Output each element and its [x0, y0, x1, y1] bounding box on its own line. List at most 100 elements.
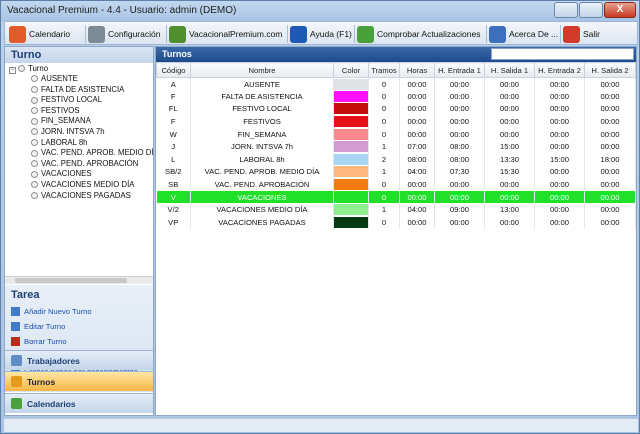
table-row[interactable]: SB VAC. PEND. APROBACIÓN 0 00:00 00:00 00:00 0…	[156, 178, 636, 191]
main-toolbar: Calendario Configuración VacacionalPremium…	[4, 21, 638, 45]
tree-item[interactable]: VACACIONES PAGADAS	[31, 190, 131, 201]
toolbar-salir-button[interactable]: Salir	[563, 24, 600, 44]
table-row[interactable]: VP VACACIONES PAGADAS 0 00:00 00:00 00:00 00:0…	[156, 216, 636, 229]
table-row[interactable]: F FALTA DE ASISTENCIA 0 00:00 00:00 00:00 00:0…	[156, 90, 636, 103]
table-row[interactable]: V VACACIONES 0 00:00 00:00 00:00 00:00 00:00	[156, 190, 636, 204]
cell-s2: 00:00	[584, 190, 636, 204]
cell-e1: 07:30	[434, 165, 485, 179]
column-header[interactable]: Nombre	[190, 62, 334, 78]
search-input[interactable]	[491, 48, 634, 60]
color-swatch	[334, 116, 368, 128]
cell-name: FESTIVOS	[190, 115, 334, 128]
table-row[interactable]: V/2 VACACIONES MEDIO DÍA 1 04:00 09:00 13:00 0…	[156, 203, 636, 217]
tree-item-label: AUSENTE	[41, 74, 78, 83]
cell-code: L	[156, 153, 191, 166]
column-header[interactable]: H. Entrada 1	[434, 62, 485, 78]
tree-item[interactable]: JORN. INTSVA 7h	[31, 126, 105, 137]
column-header[interactable]: H. Salida 2	[584, 62, 636, 78]
cell-e1: 08:00	[434, 140, 485, 154]
tree-horizontal-scrollbar[interactable]	[5, 276, 153, 284]
toolbar-acerca-label: Acerca De ...	[509, 29, 559, 39]
cell-e1: 09:00	[434, 203, 485, 217]
tree-item[interactable]: AUSENTE	[31, 73, 78, 84]
toolbar-ayuda-button[interactable]: Ayuda (F1)	[290, 24, 352, 44]
ayuda-icon	[290, 25, 307, 43]
column-header[interactable]: Horas	[399, 62, 435, 78]
cell-s2: 00:00	[584, 77, 636, 91]
collapse-icon[interactable]: −	[9, 67, 16, 74]
tree-item[interactable]: FALTA DE ASISTENCIA	[31, 84, 124, 95]
tree-item[interactable]: VAC. PEND. APROBACIÓN	[31, 158, 138, 169]
toolbar-actualizaciones-label: Comprobar Actualizaciones	[377, 29, 481, 39]
cell-e1: 00:00	[434, 127, 485, 141]
table-row[interactable]: L LABORAL 8h 2 08:00 08:00 13:30 15:00 18:00	[156, 153, 636, 166]
cell-horas: 04:00	[399, 165, 435, 179]
cell-e2: 15:00	[534, 153, 585, 166]
cell-tramos: 0	[368, 127, 400, 141]
cell-e2: 00:00	[534, 90, 585, 103]
status-bar	[4, 418, 638, 432]
cell-tramos: 0	[368, 178, 400, 191]
web-icon	[169, 25, 186, 43]
cell-s2: 00:00	[584, 115, 636, 128]
color-swatch	[334, 153, 368, 165]
tree-item[interactable]: VACACIONES MEDIO DÍA	[31, 179, 134, 190]
color-swatch	[334, 78, 368, 90]
tree-item-label: FIN_SEMANA	[41, 116, 91, 126]
column-header[interactable]: Tramos	[368, 62, 400, 78]
task-panel-header: Tarea	[11, 289, 40, 301]
cell-color	[333, 190, 369, 204]
table-row[interactable]: F FESTIVOS 0 00:00 00:00 00:00 00:00 00:00	[156, 115, 636, 128]
tree-item[interactable]: FESTIVO LOCAL	[31, 94, 102, 105]
toolbar-separator	[560, 25, 561, 43]
column-header[interactable]: Código	[156, 62, 191, 78]
cell-name: FALTA DE ASISTENCIA	[190, 90, 334, 103]
toolbar-actualizaciones-button[interactable]: Comprobar Actualizaciones	[357, 24, 480, 44]
close-button[interactable]: X	[604, 2, 636, 18]
column-header[interactable]: Color	[333, 62, 369, 78]
tree-node-icon	[31, 128, 38, 136]
tree-item[interactable]: LABORAL 8h	[31, 137, 88, 148]
table-row[interactable]: W FIN_SEMANA 0 00:00 00:00 00:00 00:00 00:00	[156, 127, 636, 141]
toolbar-acerca-button[interactable]: Acerca De ...	[489, 24, 558, 44]
task-item[interactable]: Borrar Turno	[11, 335, 67, 347]
calendarios-icon	[11, 398, 22, 409]
tree-item[interactable]: VAC. PEND. APROB. MEDIO DÍA	[31, 147, 153, 158]
cell-s2: 00:00	[584, 127, 636, 141]
table-row[interactable]: SB/2 VAC. PEND. APROB. MEDIO DÍA 1 04:00 07:…	[156, 165, 636, 179]
scrollbar-thumb[interactable]	[15, 278, 127, 283]
column-header[interactable]: H. Salida 1	[484, 62, 535, 78]
cell-s1: 13:30	[484, 153, 535, 166]
cell-s2: 00:00	[584, 90, 636, 103]
table-row[interactable]: A AUSENTE 0 00:00 00:00 00:00 00:00 00:00	[156, 77, 636, 91]
tree-item[interactable]: FIN_SEMANA	[31, 115, 91, 126]
toolbar-separator	[354, 25, 355, 43]
left-panel: Turno − Turno AUSENTE FALTA DE ASISTENCIA F…	[4, 46, 154, 416]
tree-item[interactable]: FESTIVOS	[31, 105, 80, 116]
cell-color	[333, 102, 369, 116]
cell-code: F	[156, 115, 191, 128]
cell-code: J	[156, 140, 191, 154]
cell-s1: 00:00	[484, 216, 535, 229]
task-item[interactable]: Editar Turno	[11, 320, 65, 332]
turno-tree[interactable]: − Turno AUSENTE FALTA DE ASISTENCIA FESTIVO…	[5, 63, 153, 276]
maximize-button[interactable]	[579, 2, 603, 18]
task-item[interactable]: Añadir Nuevo Turno	[11, 305, 92, 317]
cell-name: VACACIONES MEDIO DÍA	[190, 203, 334, 217]
column-header[interactable]: H. Entrada 2	[534, 62, 585, 78]
nav-calendarios-button[interactable]: Calendarios	[5, 393, 153, 413]
nav-turnos-button[interactable]: Turnos	[5, 371, 153, 391]
cell-horas: 00:00	[399, 102, 435, 116]
table-row[interactable]: J JORN. INTSVA 7h 1 07:00 08:00 15:00 00:00 00:…	[156, 140, 636, 154]
cell-code: F	[156, 90, 191, 103]
tree-node-icon	[18, 65, 25, 73]
table-row[interactable]: FL FESTIVO LOCAL 0 00:00 00:00 00:00 00:00 00:0…	[156, 102, 636, 116]
toolbar-separator	[85, 25, 86, 43]
toolbar-separator	[287, 25, 288, 43]
toolbar-calendario-button[interactable]: Calendario	[9, 24, 70, 44]
nav-trabajadores-button[interactable]: Trabajadores	[5, 350, 153, 370]
toolbar-web-button[interactable]: VacacionalPremium.com	[169, 24, 282, 44]
toolbar-configuracion-button[interactable]: Configuración	[88, 24, 160, 44]
tree-item[interactable]: VACACIONES	[31, 168, 92, 179]
minimize-button[interactable]	[554, 2, 578, 18]
